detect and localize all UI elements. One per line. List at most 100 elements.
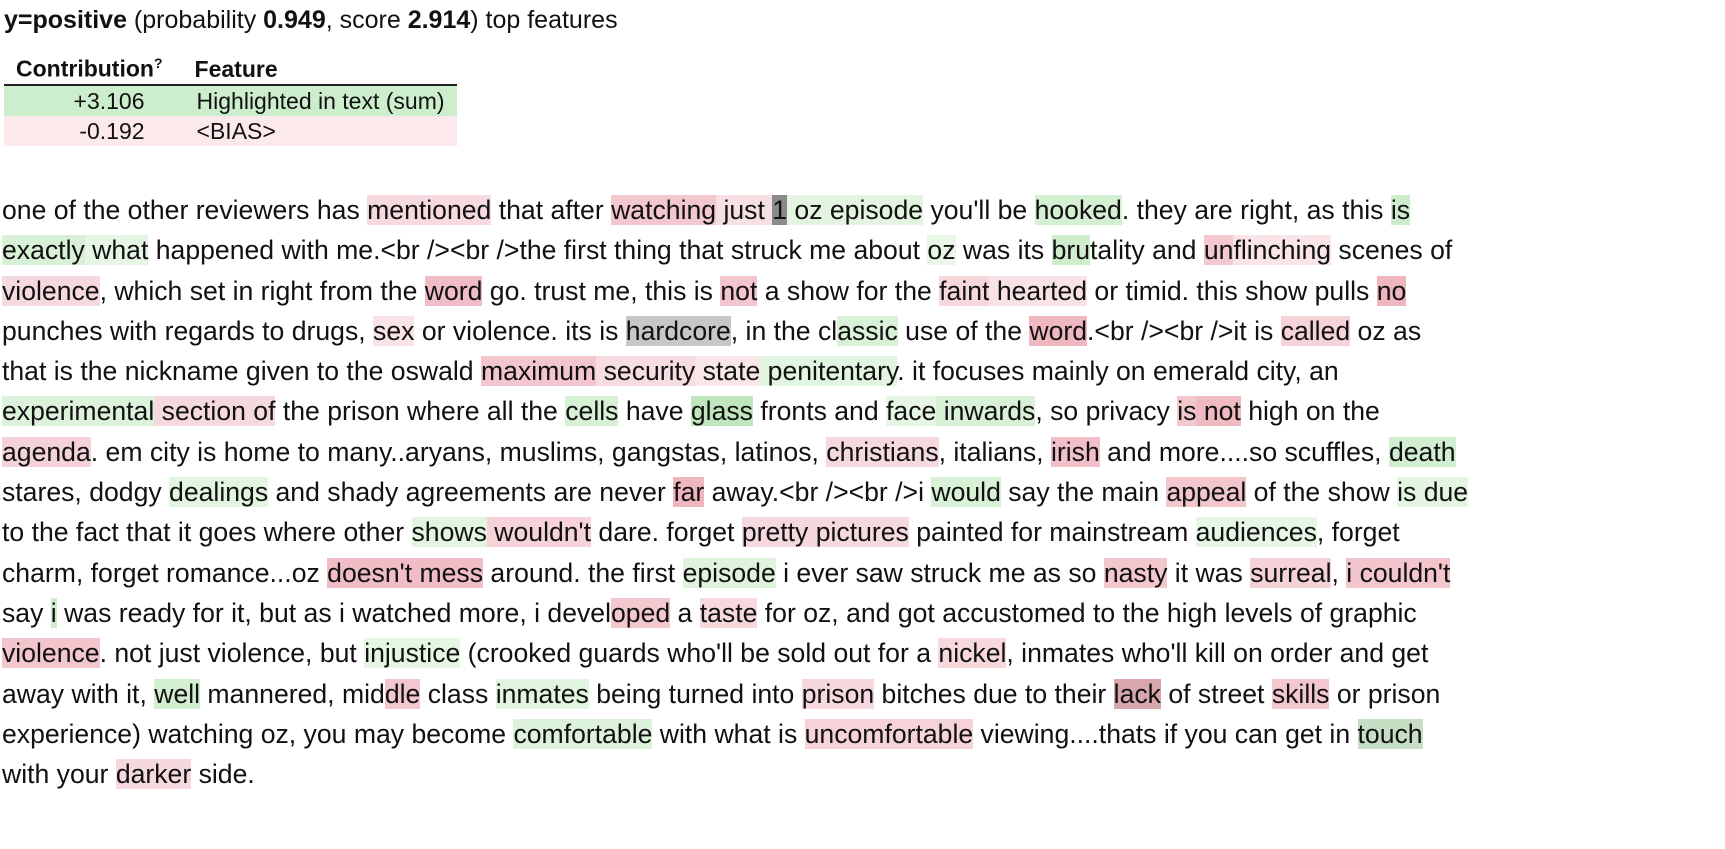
highlighted-token: experimental <box>2 396 155 427</box>
text-segment: one of the other reviewers has <box>2 195 368 225</box>
highlighted-token: called <box>1280 315 1351 346</box>
highlighted-token: section of <box>154 396 276 427</box>
highlighted-token: is due <box>1397 477 1469 508</box>
text-segment: , in the cl <box>730 315 838 346</box>
text-segment: say <box>2 597 51 628</box>
feature-name: Highlighted in text (sum) <box>196 87 445 114</box>
highlighted-token: pretty pictures <box>741 517 909 548</box>
text-segment: say the main <box>1000 477 1167 508</box>
text-segment: the prison where all the <box>275 396 566 427</box>
highlighted-token: hooked <box>1034 195 1122 225</box>
text-segment: . they are right, as this <box>1121 195 1391 225</box>
highlighted-token: comfortable <box>513 718 653 749</box>
text-segment: bitches due to their <box>874 678 1114 709</box>
highlighted-token: i couldn't <box>1346 557 1451 588</box>
highlighted-token: mentioned <box>367 195 492 225</box>
header-suffix: ) top features <box>470 6 618 34</box>
highlighted-token: 1 <box>772 195 788 225</box>
highlighted-token: inmates <box>495 678 589 709</box>
highlighted-token: violence <box>2 275 100 306</box>
highlighted-token: appeal <box>1166 477 1247 508</box>
highlighted-token: what <box>84 235 149 266</box>
contribution-value: -0.192 <box>79 117 145 144</box>
highlighted-text: one of the other reviewers has mentioned… <box>2 190 1724 794</box>
text-segment: tality and <box>1090 235 1204 266</box>
highlighted-token: oped <box>611 597 671 628</box>
help-mark[interactable]: ? <box>154 55 163 71</box>
highlighted-token: lack <box>1113 678 1161 709</box>
highlighted-token: surreal <box>1250 557 1332 588</box>
highlighted-token: well <box>154 678 201 709</box>
text-segment: i ever saw struck me as so <box>775 557 1104 588</box>
highlighted-token: state <box>695 356 761 387</box>
highlighted-token: hearted <box>989 275 1088 306</box>
text-segment: . it focuses mainly on emerald city, an <box>897 356 1339 387</box>
text-segment: of the show <box>1246 477 1398 508</box>
text-segment: use of the <box>897 315 1030 346</box>
highlighted-token: dle <box>384 678 421 709</box>
text-line: charm, forget romance...oz doesn't mess … <box>2 553 1724 593</box>
highlighted-token: is <box>1390 195 1411 225</box>
text-line: with your darker side. <box>2 754 1724 794</box>
highlighted-token: exactly <box>2 235 85 266</box>
text-segment: stares, dodgy <box>2 477 170 508</box>
text-segment: around. the first <box>483 557 683 588</box>
highlighted-token: cells <box>565 396 619 427</box>
text-segment: that after <box>491 195 612 225</box>
highlighted-token: flinching <box>1233 235 1332 266</box>
highlighted-token: dealings <box>169 477 269 508</box>
text-line: one of the other reviewers has mentioned… <box>2 190 1724 230</box>
text-segment: away with it, <box>2 678 155 709</box>
text-segment: (crooked guards who'll be sold out for a <box>460 638 939 669</box>
highlighted-token: word <box>1029 315 1088 346</box>
text-line: violence, which set in right from the wo… <box>2 271 1724 311</box>
text-segment: scenes of <box>1331 235 1453 266</box>
text-segment: side. <box>191 759 255 790</box>
text-line: exactly what happened with me.<br /><br … <box>2 230 1724 270</box>
text-segment: it was <box>1167 557 1251 588</box>
text-segment: was ready for it, but as i watched more,… <box>56 597 611 628</box>
table-row: -0.192 <BIAS> <box>4 115 457 146</box>
contribution-value: +3.106 <box>73 87 145 114</box>
text-segment: and shady agreements are never <box>268 477 674 508</box>
contribution-column-header: Contribution? <box>4 48 183 86</box>
highlighted-token: not <box>720 275 758 306</box>
highlighted-token: security <box>596 356 696 387</box>
text-segment: .<br /><br />it is <box>1087 315 1281 346</box>
text-segment: was its <box>955 235 1052 266</box>
text-segment: dare. forget <box>591 517 742 548</box>
text-segment: happened with me.<br /><br />the first t… <box>148 235 928 266</box>
highlighted-token: penitentary <box>760 356 898 387</box>
text-line: stares, dodgy dealings and shady agreeme… <box>2 472 1724 512</box>
text-segment: painted for mainstream <box>908 517 1196 548</box>
table-row: +3.106 Highlighted in text (sum) <box>4 84 457 116</box>
text-segment: and more....so scuffles, <box>1099 436 1389 467</box>
text-segment: with your <box>2 759 116 790</box>
highlighted-token: violence <box>2 638 100 669</box>
highlighted-token: episode <box>682 557 776 588</box>
text-segment: experience) watching oz, you may become <box>2 718 514 749</box>
highlighted-token: no <box>1376 275 1407 306</box>
text-line: experimental section of the prison where… <box>2 391 1724 431</box>
text-segment: or timid. this show pulls <box>1087 275 1377 306</box>
text-line: experience) watching oz, you may become … <box>2 714 1724 754</box>
highlighted-token: oz episode <box>787 195 924 225</box>
highlighted-token: far <box>673 477 705 508</box>
highlighted-token: irish <box>1050 436 1100 467</box>
highlighted-token: prison <box>801 678 875 709</box>
text-segment: , italians, <box>938 436 1051 467</box>
text-segment: viewing....thats if you can get in <box>973 718 1358 749</box>
text-segment: , inmates who'll kill on order and get <box>1006 638 1429 669</box>
text-segment: . em city is home to many..aryans, musli… <box>90 436 827 467</box>
highlighted-token: not <box>1196 396 1241 427</box>
text-segment: with what is <box>652 718 805 749</box>
highlighted-token: injustice <box>364 638 461 669</box>
text-segment: oz as <box>1350 315 1422 346</box>
text-segment: being turned into <box>588 678 802 709</box>
highlighted-token: inwards <box>936 396 1036 427</box>
text-segment: , forget <box>1316 517 1400 548</box>
highlighted-token: bru <box>1051 235 1091 266</box>
highlighted-token: touch <box>1357 718 1423 749</box>
text-segment: . not just violence, but <box>99 638 365 669</box>
highlighted-token: face <box>886 396 937 427</box>
